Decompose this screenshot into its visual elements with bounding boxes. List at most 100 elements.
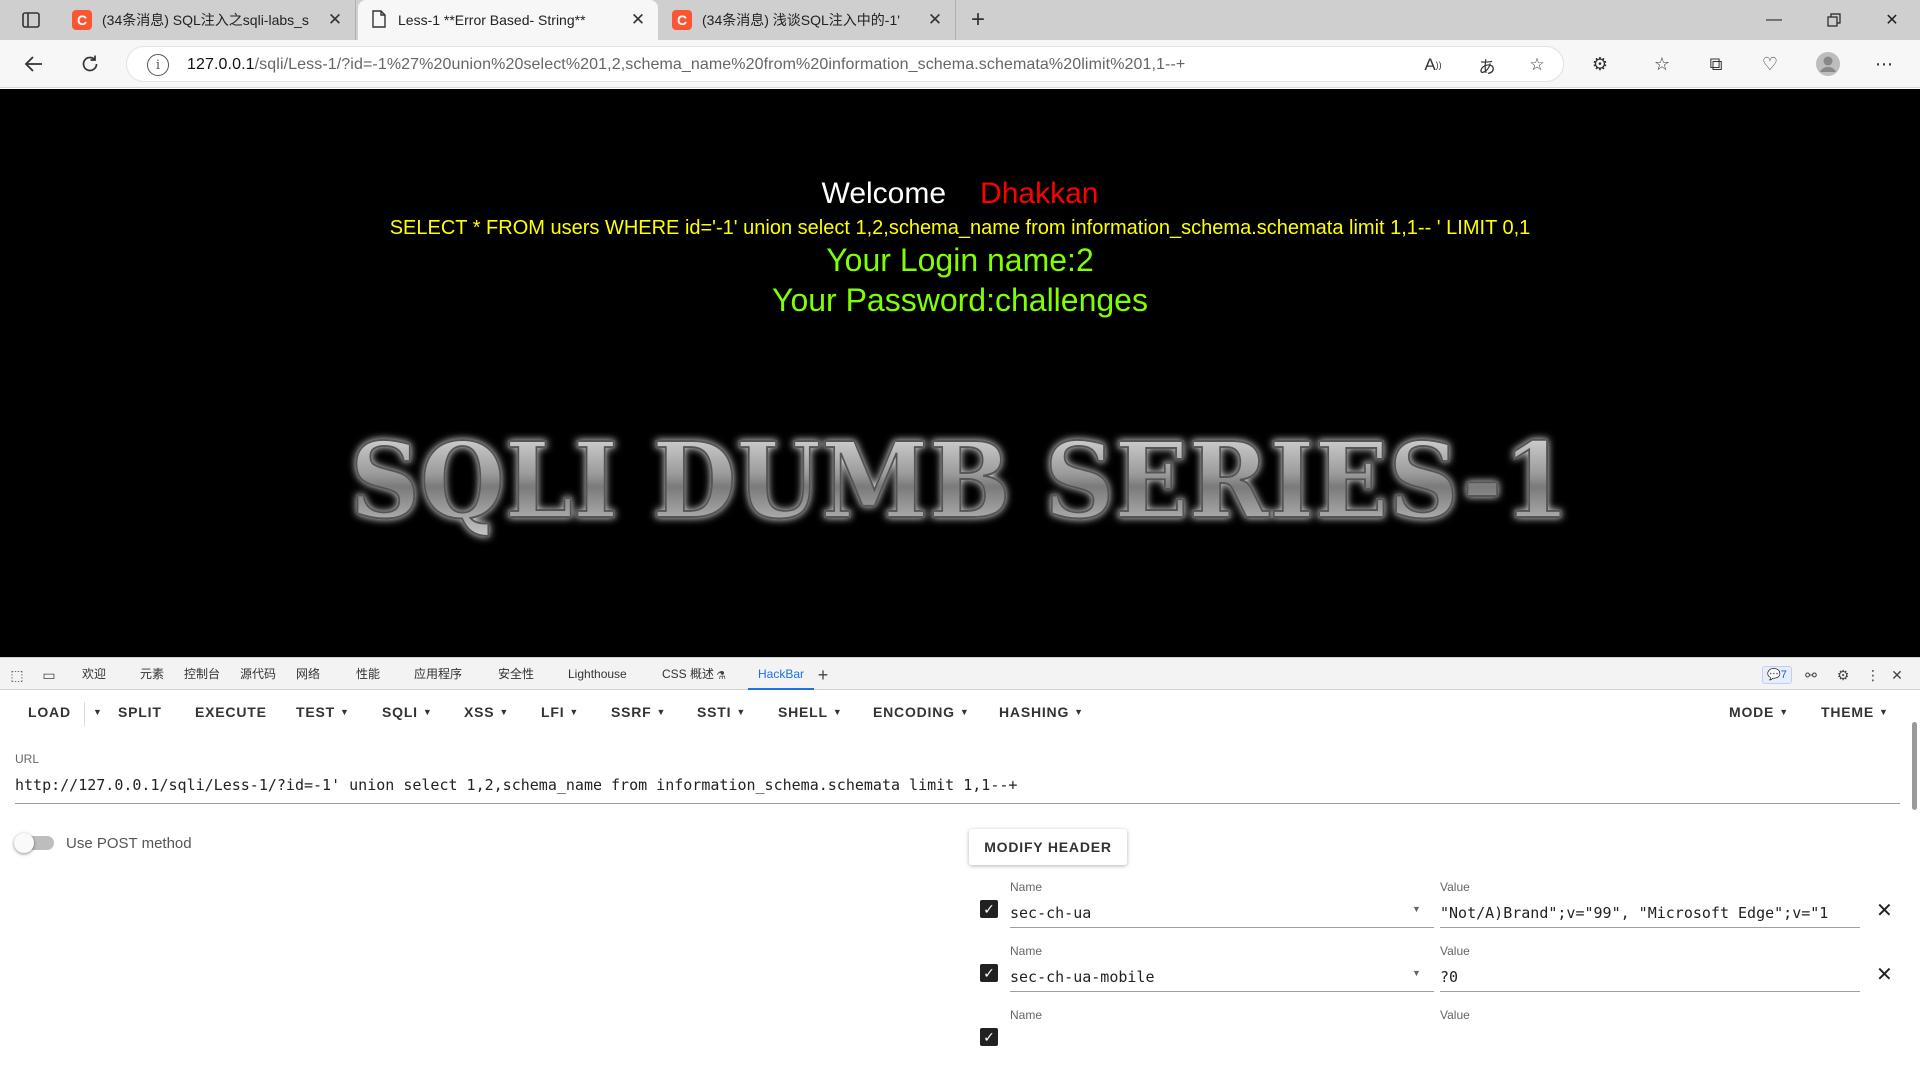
translate-icon[interactable]: あ — [1475, 53, 1499, 77]
caret-down-icon: ▼ — [736, 707, 747, 717]
header-value-label: Value — [1440, 880, 1470, 894]
tab-actions-button[interactable] — [14, 8, 48, 32]
tab-welcome[interactable]: 欢迎 — [82, 658, 106, 691]
header-name-input[interactable]: sec-ch-ua-mobile — [1010, 962, 1434, 992]
extensions-icon[interactable]: ⚙ — [1586, 50, 1614, 78]
post-method-toggle[interactable] — [14, 833, 54, 853]
favorite-star-icon[interactable]: ☆ — [1525, 53, 1549, 77]
window-close-button[interactable]: ✕ — [1864, 0, 1920, 40]
header-name-input[interactable]: sec-ch-ua — [1010, 898, 1434, 928]
header-name-label: Name — [1010, 1008, 1043, 1022]
inspect-icon[interactable]: ⬚ — [8, 666, 26, 684]
tab-elements[interactable]: 元素 — [140, 658, 164, 691]
back-arrow-icon — [24, 56, 42, 72]
browser-essentials-icon[interactable]: ♡ — [1756, 50, 1784, 78]
hackbar-url-field[interactable]: URL http://127.0.0.1/sqli/Less-1/?id=-1'… — [15, 752, 1900, 804]
connection-icon[interactable]: ⚯ — [1802, 666, 1820, 684]
new-tab-button[interactable]: + — [964, 6, 992, 34]
caret-down-icon: ▼ — [959, 707, 970, 717]
header-name-dropdown-icon[interactable]: ▼ — [1412, 968, 1421, 978]
csdn-favicon-icon: C — [72, 10, 92, 30]
header-delete-icon[interactable]: ✕ — [1876, 898, 1893, 923]
lfi-menu-button[interactable]: LFI ▼ — [541, 704, 579, 720]
url-input[interactable]: http://127.0.0.1/sqli/Less-1/?id=-1' uni… — [15, 776, 1900, 794]
password-text: Your Password:challenges — [772, 282, 1148, 318]
address-url[interactable]: 127.0.0.1/sqli/Less-1/?id=-1%27%20union%… — [187, 56, 1185, 74]
ssrf-menu-button[interactable]: SSRF ▼ — [611, 704, 666, 720]
hashing-menu-button[interactable]: HASHING ▼ — [999, 704, 1084, 720]
device-toolbar-icon[interactable]: ▭ — [40, 666, 58, 684]
header-row: ✓ Name sec-ch-ua-mobile ▼ Value ?0 ✕ — [970, 938, 1920, 1002]
page-content: Welcome Dhakkan SELECT * FROM users WHERE… — [0, 89, 1920, 657]
issues-icon: 💬 — [1767, 669, 1781, 681]
load-button[interactable]: LOAD — [28, 704, 71, 720]
header-enabled-checkbox[interactable]: ✓ — [980, 1028, 998, 1046]
tab-close-icon[interactable]: ✕ — [923, 8, 947, 32]
devtools-close-icon[interactable]: ✕ — [1888, 666, 1906, 684]
shell-menu-button[interactable]: SHELL ▼ — [778, 704, 843, 720]
minimize-button[interactable]: — — [1746, 0, 1802, 40]
load-dropdown-button[interactable]: ▼ — [88, 704, 103, 720]
csdn-favicon-icon: C — [672, 10, 692, 30]
tab-css-overview[interactable]: CSS 概述 — [662, 658, 714, 691]
test-menu-button[interactable]: TEST ▼ — [296, 704, 350, 720]
header-enabled-checkbox[interactable]: ✓ — [980, 900, 998, 918]
devtools-more-icon[interactable]: ⋮ — [1864, 666, 1882, 684]
banner-text: SQLI DUMB SERIES-1 — [350, 419, 1570, 542]
header-value-input[interactable]: "Not/A)Brand";v="99", "Microsoft Edge";v… — [1440, 898, 1860, 928]
tab-close-icon[interactable]: ✕ — [323, 8, 347, 32]
issues-badge[interactable]: 💬7 — [1762, 666, 1792, 684]
execute-button[interactable]: EXECUTE — [195, 704, 267, 720]
refresh-button[interactable] — [74, 48, 106, 80]
welcome-line: Welcome Dhakkan — [0, 177, 1920, 211]
tab-csdn-2[interactable]: C (34条消息) 浅谈SQL注入中的-1' ✕ — [660, 0, 956, 40]
minimize-icon: — — [1766, 11, 1782, 28]
caret-down-icon: ▼ — [656, 707, 667, 717]
tab-title: (34条消息) 浅谈SQL注入中的-1' — [702, 12, 900, 28]
add-panel-icon[interactable]: + — [814, 665, 832, 685]
settings-more-icon[interactable]: ⋯ — [1870, 50, 1898, 78]
tab-title: Less-1 **Error Based- String** — [398, 12, 586, 28]
page-favicon-icon — [372, 9, 386, 31]
sqli-menu-button[interactable]: SQLI ▼ — [382, 704, 433, 720]
read-aloud-icon[interactable]: A)) — [1421, 53, 1445, 77]
hackbar-toolbar: LOAD ▼ SPLIT EXECUTE TEST ▼ SQLI ▼ XSS ▼ LF… — [0, 690, 1920, 736]
tab-performance[interactable]: 性能 — [356, 658, 380, 691]
tab-network[interactable]: 网络 — [296, 658, 320, 691]
tab-close-icon[interactable]: ✕ — [626, 8, 650, 32]
site-info-icon[interactable]: i — [147, 54, 169, 76]
address-bar[interactable]: i 127.0.0.1/sqli/Less-1/?id=-1%27%20unio… — [126, 46, 1564, 82]
header-delete-icon[interactable]: ✕ — [1876, 962, 1893, 987]
address-path: /sqli/Less-1/?id=-1%27%20union%20select%… — [254, 56, 1186, 73]
encoding-menu-button[interactable]: ENCODING ▼ — [873, 704, 970, 720]
sql-query-text: SELECT * FROM users WHERE id='-1' union … — [389, 217, 1531, 239]
tab-hackbar[interactable]: HackBar — [748, 658, 815, 690]
split-button[interactable]: SPLIT — [118, 704, 162, 720]
hackbar-scrollbar[interactable] — [1912, 722, 1917, 810]
tab-application[interactable]: 应用程序 — [414, 658, 462, 691]
flask-icon: ⚗ — [716, 669, 726, 682]
mode-menu-button[interactable]: MODE ▼ — [1729, 704, 1789, 720]
favorites-icon[interactable]: ☆ — [1648, 50, 1676, 78]
xss-label: XSS — [464, 704, 495, 720]
tab-security[interactable]: 安全性 — [498, 658, 534, 691]
header-enabled-checkbox[interactable]: ✓ — [980, 964, 998, 982]
tab-lighthouse[interactable]: Lighthouse — [568, 658, 627, 691]
xss-menu-button[interactable]: XSS ▼ — [464, 704, 509, 720]
back-button[interactable] — [18, 48, 50, 80]
profile-avatar[interactable] — [1814, 50, 1842, 78]
tab-csdn-1[interactable]: C (34条消息) SQL注入之sqli-labs_s ✕ — [60, 0, 356, 40]
restore-button[interactable] — [1806, 0, 1862, 40]
caret-down-icon: ▼ — [1879, 707, 1889, 717]
tab-sources[interactable]: 源代码 — [240, 658, 276, 691]
tab-console[interactable]: 控制台 — [184, 658, 220, 691]
tab-less-1[interactable]: Less-1 **Error Based- String** ✕ — [358, 0, 658, 40]
theme-menu-button[interactable]: THEME ▼ — [1821, 704, 1889, 720]
modify-header-button[interactable]: MODIFY HEADER — [969, 829, 1127, 865]
header-value-input[interactable]: ?0 — [1440, 962, 1860, 992]
devtools-settings-icon[interactable]: ⚙ — [1834, 666, 1852, 684]
collections-icon[interactable]: ⧉ — [1702, 50, 1730, 78]
header-name-dropdown-icon[interactable]: ▼ — [1412, 904, 1421, 914]
sqli-dumb-series-banner: SQLI DUMB SERIES-1 — [349, 418, 1571, 543]
ssti-menu-button[interactable]: SSTI ▼ — [697, 704, 746, 720]
